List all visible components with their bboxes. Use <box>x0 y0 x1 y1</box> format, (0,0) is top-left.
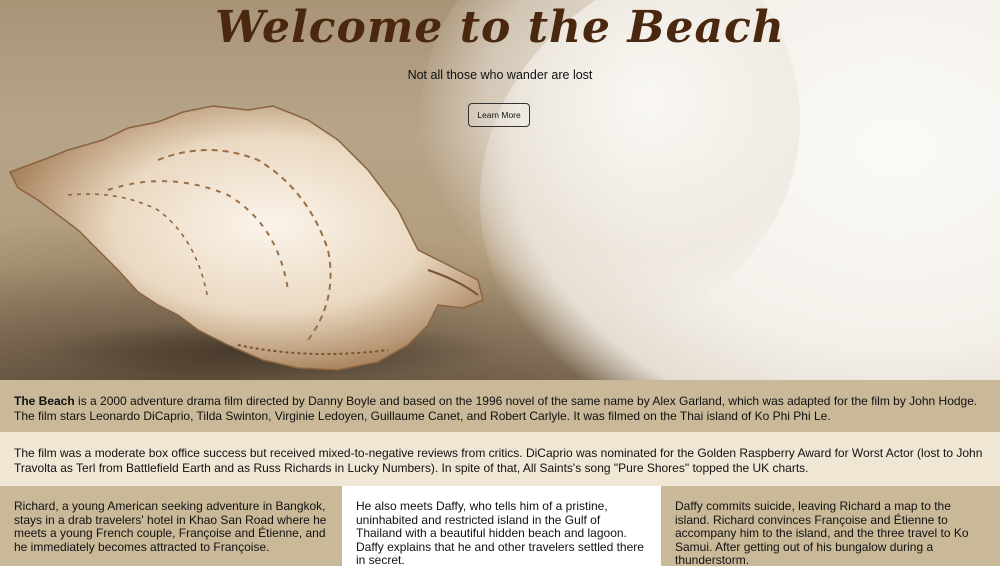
story-column-text: Daffy commits suicide, leaving Richard a… <box>675 499 969 567</box>
learn-more-button[interactable]: Learn More <box>468 103 530 127</box>
story-column-3: Daffy commits suicide, leaving Richard a… <box>661 486 1000 567</box>
intro-section: The Beach is a 2000 adventure drama film… <box>0 380 1000 432</box>
reception-section: The film was a moderate box office succe… <box>0 432 1000 486</box>
story-column-text: Richard, a young American seeking advent… <box>14 499 327 554</box>
story-column-text: He also meets Daffy, who tells him of a … <box>356 499 644 567</box>
intro-bold-title: The Beach <box>14 394 75 408</box>
seashell-image <box>8 105 498 375</box>
hero-subtitle: Not all those who wander are lost <box>407 68 593 82</box>
hero-section: Welcome to the Beach Not all those who w… <box>0 0 1000 380</box>
story-column-2: He also meets Daffy, who tells him of a … <box>342 486 661 567</box>
story-column-1: Richard, a young American seeking advent… <box>0 486 342 566</box>
reception-text: The film was a moderate box office succe… <box>14 446 983 475</box>
hero-title: Welcome to the Beach <box>215 2 785 53</box>
story-columns: Richard, a young American seeking advent… <box>0 486 1000 567</box>
intro-text: is a 2000 adventure drama film directed … <box>14 394 978 423</box>
